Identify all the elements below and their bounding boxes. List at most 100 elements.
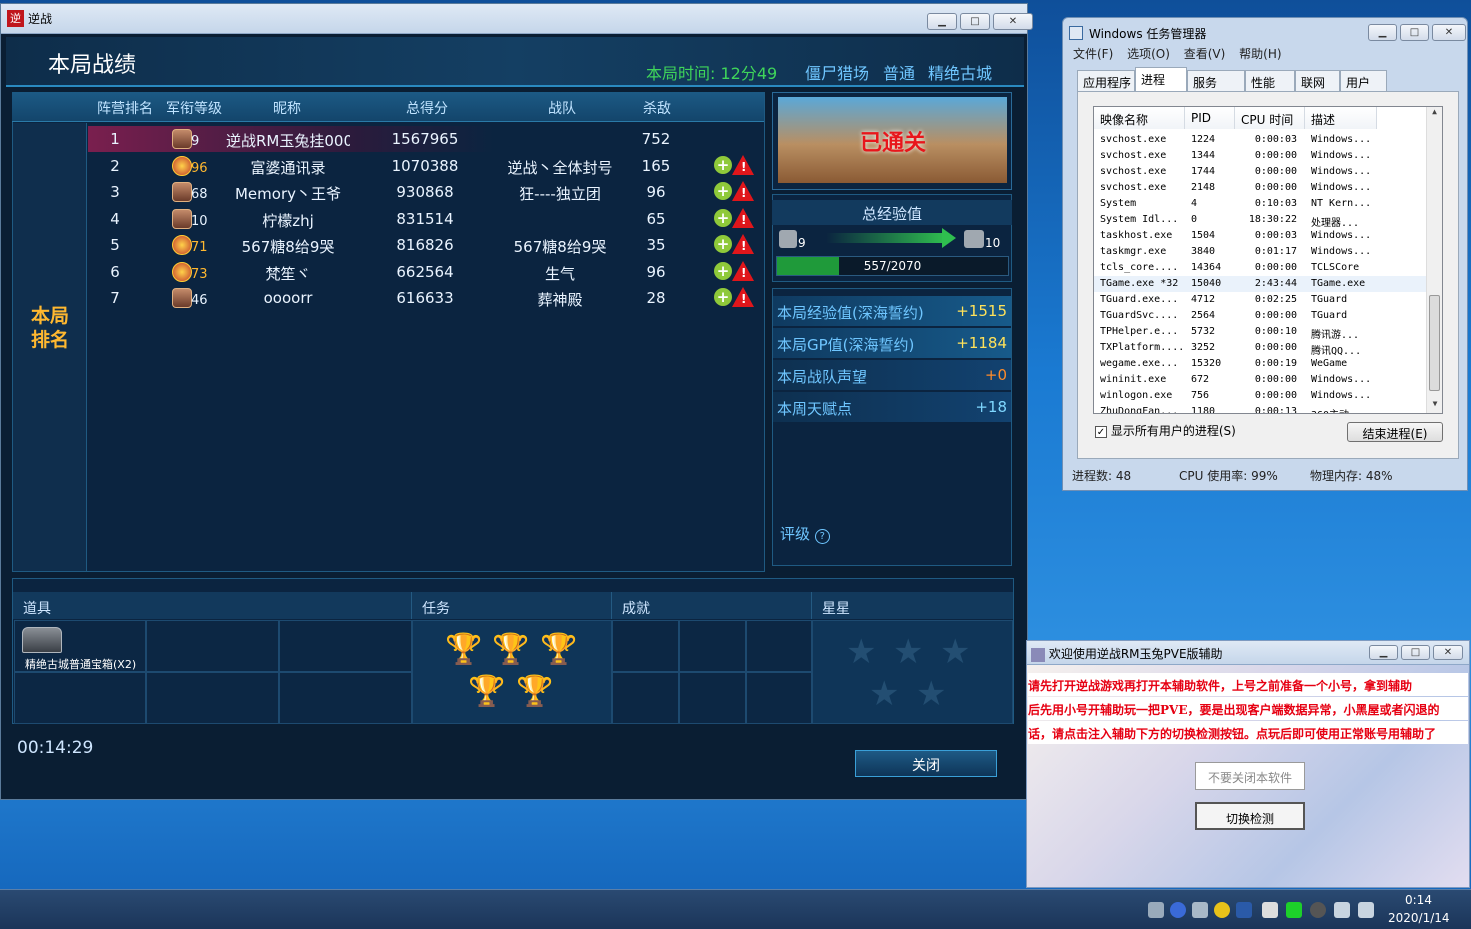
- header-image-name[interactable]: 映像名称: [1094, 107, 1185, 129]
- process-row[interactable]: System 4 0:10:03 NT Kern...: [1094, 196, 1428, 212]
- process-row[interactable]: wegame.exe... 15320 0:00:19 WeGame: [1094, 356, 1428, 372]
- taskmgr-maximize-button[interactable]: □: [1400, 24, 1429, 41]
- pen-icon[interactable]: [1262, 902, 1278, 918]
- reward-value: +0: [984, 366, 1007, 384]
- process-cell: Windows...: [1311, 150, 1372, 161]
- process-cell: 0:01:17: [1254, 246, 1297, 257]
- assist-notice-line: 话，请点击注入辅助下方的切换检测按钮。点玩后即可使用正常账号用辅助了: [1028, 721, 1468, 744]
- player-kills: 165: [641, 156, 671, 175]
- process-list[interactable]: 映像名称 PID CPU 时间 描述 svchost.exe 1224 0:00:0…: [1093, 106, 1443, 414]
- process-row[interactable]: svchost.exe 2148 0:00:00 Windows...: [1094, 180, 1428, 196]
- volume-icon[interactable]: [1358, 902, 1374, 918]
- process-row[interactable]: winlogon.exe 756 0:00:00 Windows...: [1094, 388, 1428, 404]
- menu-options[interactable]: 选项(O): [1127, 47, 1170, 61]
- process-row[interactable]: System Idl... 0 18:30:22 处理器...: [1094, 212, 1428, 229]
- menu-view[interactable]: 查看(V): [1184, 47, 1226, 61]
- achievement-slot: [612, 672, 679, 724]
- tray-expand-icon[interactable]: [1192, 902, 1208, 918]
- show-all-processes[interactable]: ✓ 显示所有用户的进程(S): [1095, 422, 1236, 439]
- add-friend-icon[interactable]: +: [714, 235, 732, 253]
- report-icon[interactable]: !: [732, 260, 754, 281]
- process-row[interactable]: tcls_core.... 14364 0:00:00 TCLSCore: [1094, 260, 1428, 276]
- process-row[interactable]: TPHelper.e... 5732 0:00:10 腾讯游...: [1094, 324, 1428, 341]
- process-cell: svchost.exe: [1100, 134, 1167, 145]
- report-icon[interactable]: !: [732, 154, 754, 175]
- scroll-down-icon[interactable]: ▼: [1427, 399, 1442, 413]
- keyboard-icon[interactable]: [1148, 902, 1164, 918]
- header-pid[interactable]: PID: [1185, 107, 1235, 129]
- close-button[interactable]: 关闭: [855, 750, 997, 777]
- add-friend-icon[interactable]: +: [714, 182, 732, 200]
- process-row[interactable]: svchost.exe 1344 0:00:00 Windows...: [1094, 148, 1428, 164]
- taskmgr-close-button[interactable]: ✕: [1432, 24, 1466, 41]
- menu-file[interactable]: 文件(F): [1073, 47, 1113, 61]
- player-row[interactable]: 6 73 梵笙ヾ 662564 生气 96 +!: [88, 259, 763, 285]
- process-row[interactable]: wininit.exe 672 0:00:00 Windows...: [1094, 372, 1428, 388]
- taskmgr-minimize-button[interactable]: ▁: [1368, 24, 1397, 41]
- maximize-button[interactable]: □: [960, 13, 990, 30]
- process-row[interactable]: taskhost.exe 1504 0:00:03 Windows...: [1094, 228, 1428, 244]
- help-icon[interactable]: [1170, 902, 1186, 918]
- player-row[interactable]: 7 46 oooorr 616633 葬神殿 28 +!: [88, 285, 763, 311]
- report-icon[interactable]: !: [732, 234, 754, 254]
- assist-close-button[interactable]: ✕: [1433, 645, 1463, 660]
- header-description[interactable]: 描述: [1305, 107, 1377, 129]
- end-process-button[interactable]: 结束进程(E): [1347, 422, 1443, 442]
- player-level: 9: [191, 134, 200, 149]
- report-icon[interactable]: !: [732, 207, 754, 228]
- rating-link[interactable]: 评级 ?: [780, 523, 830, 544]
- assist-minimize-button[interactable]: ▁: [1369, 645, 1398, 660]
- scrollbar[interactable]: ▲ ▼: [1426, 107, 1442, 413]
- page-title: 本局战绩: [48, 53, 137, 78]
- process-row[interactable]: TGame.exe *32 15040 2:43:44 TGame.exe: [1094, 276, 1428, 292]
- player-row[interactable]: 4 10 柠檬zhj 831514 65 +!: [88, 206, 763, 232]
- player-row[interactable]: 2 96 富婆通讯录 1070388 逆战丶全体封号 165 +!: [88, 153, 763, 179]
- process-row[interactable]: taskmgr.exe 3840 0:01:17 Windows...: [1094, 244, 1428, 260]
- player-row[interactable]: 3 68 Memory丶王爷 930868 狂----独立团 96 +!: [88, 179, 763, 205]
- scroll-up-icon[interactable]: ▲: [1427, 107, 1442, 123]
- tab-applications[interactable]: 应用程序: [1077, 70, 1135, 91]
- network-icon[interactable]: [1334, 902, 1350, 918]
- process-row[interactable]: TGuard.exe... 4712 0:02:25 TGuard: [1094, 292, 1428, 308]
- close-window-button[interactable]: ✕: [993, 13, 1033, 30]
- player-kills: 752: [641, 130, 671, 148]
- minimize-button[interactable]: ▁: [927, 13, 957, 30]
- globe-icon[interactable]: [1310, 902, 1326, 918]
- tab-services[interactable]: 服务: [1187, 70, 1245, 91]
- process-row[interactable]: svchost.exe 1224 0:00:03 Windows...: [1094, 132, 1428, 148]
- report-icon[interactable]: !: [732, 181, 754, 201]
- tab-users[interactable]: 用户: [1340, 70, 1387, 91]
- process-cell: Windows...: [1311, 134, 1372, 145]
- tab-networking[interactable]: 联网: [1295, 70, 1340, 91]
- col-name: 昵称: [273, 101, 301, 117]
- add-friend-icon[interactable]: +: [714, 261, 732, 280]
- header-cpu-time[interactable]: CPU 时间: [1235, 107, 1305, 129]
- switch-detect-button[interactable]: 切换检测: [1195, 802, 1305, 830]
- process-cell: svchost.exe: [1100, 182, 1167, 193]
- add-friend-icon[interactable]: +: [714, 288, 732, 306]
- keep-open-field[interactable]: 不要关闭本软件: [1195, 762, 1305, 790]
- scroll-thumb[interactable]: [1429, 295, 1440, 391]
- player-row[interactable]: 1 9 逆战RM玉兔挂000 1567965 752: [88, 126, 763, 152]
- add-friend-icon[interactable]: +: [714, 155, 732, 174]
- green-status-icon[interactable]: [1286, 902, 1302, 918]
- player-row[interactable]: 5 71 567糖8给9哭 816826 567糖8给9哭 35 +!: [88, 232, 763, 258]
- tab-processes[interactable]: 进程: [1135, 67, 1187, 92]
- process-row[interactable]: TXPlatform.... 3252 0:00:00 腾讯QQ...: [1094, 340, 1428, 357]
- player-team: 生气: [544, 264, 575, 283]
- clock-time[interactable]: 0:14: [1405, 893, 1432, 907]
- process-cell: 0:00:00: [1254, 182, 1297, 193]
- tp-icon[interactable]: [1236, 902, 1252, 918]
- app-tray-icon[interactable]: [1214, 902, 1230, 918]
- process-row[interactable]: ZhuDongFan... 1180 0:00:13 360主动...: [1094, 404, 1428, 413]
- tab-performance[interactable]: 性能: [1245, 70, 1295, 91]
- process-row[interactable]: TGuardSvc.... 2564 0:00:00 TGuard: [1094, 308, 1428, 324]
- process-cell: taskhost.exe: [1100, 230, 1173, 241]
- process-row[interactable]: svchost.exe 1744 0:00:00 Windows...: [1094, 164, 1428, 180]
- menu-help[interactable]: 帮助(H): [1239, 47, 1281, 61]
- report-icon[interactable]: !: [732, 287, 754, 307]
- clock-date[interactable]: 2020/1/14: [1388, 911, 1450, 925]
- assist-maximize-button[interactable]: □: [1401, 645, 1430, 660]
- show-all-checkbox[interactable]: ✓: [1095, 425, 1107, 438]
- add-friend-icon[interactable]: +: [714, 208, 732, 227]
